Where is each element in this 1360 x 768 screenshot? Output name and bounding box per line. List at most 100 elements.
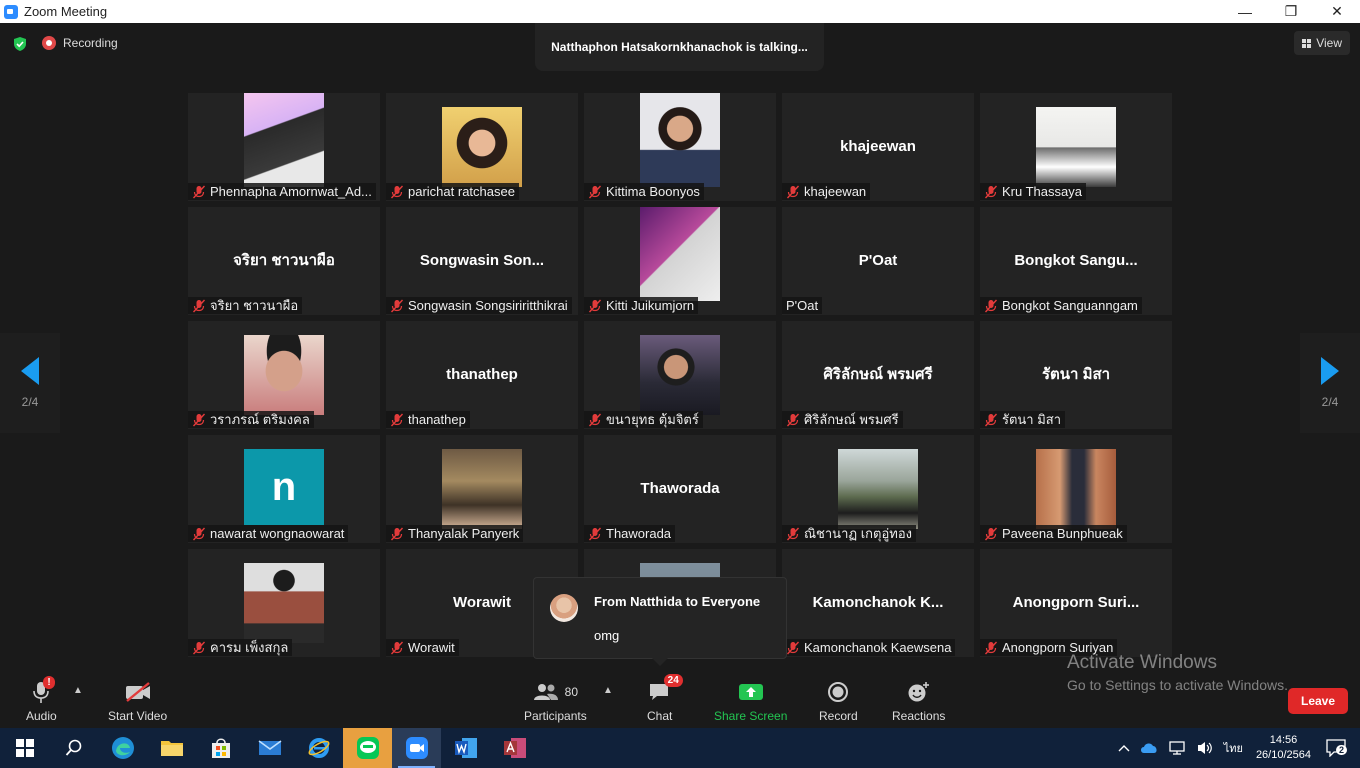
participant-tile[interactable]: Phennapha Amornwat_Ad... (188, 93, 380, 201)
participant-tile[interactable]: Songwasin Son... Songwasin Songsiriritthi… (386, 207, 578, 315)
taskbar-store[interactable] (196, 728, 245, 768)
participant-tile[interactable]: Thaworada Thaworada (584, 435, 776, 543)
start-video-label: Start Video (108, 709, 168, 723)
participant-tile[interactable]: คารม เพ็งสกุล (188, 549, 380, 657)
participant-name: ณิชานาฏ เกตุอู่ทอง (804, 526, 912, 541)
notification-center-button[interactable]: 2 (1326, 739, 1348, 757)
participant-tile[interactable]: Anongporn Suri... Anongporn Suriyan (980, 549, 1172, 657)
taskbar-clock[interactable]: 14:56 26/10/2564 (1256, 733, 1311, 763)
next-page-button[interactable]: 2/4 (1300, 333, 1360, 433)
participant-name: Worawit (408, 640, 455, 655)
participant-name: P'Oat (786, 298, 819, 313)
participant-tile[interactable]: Thanyalak Panyerk (386, 435, 578, 543)
store-icon (211, 738, 230, 758)
participant-tile[interactable]: ณิชานาฏ เกตุอู่ทอง (782, 435, 974, 543)
participants-label: Participants (524, 709, 587, 723)
mic-muted-icon (984, 299, 998, 312)
participant-tile[interactable]: Paveena Bunphueak (980, 435, 1172, 543)
window-titlebar: Zoom Meeting — ❐ ✕ (0, 0, 1360, 23)
participant-tile[interactable]: Kitti Juikumjorn (584, 207, 776, 315)
participant-tile[interactable]: วราภรณ์ ตริมงคล (188, 321, 380, 429)
participant-tile[interactable]: รัตนา มิสา รัตนา มิสา (980, 321, 1172, 429)
participant-video (640, 93, 720, 187)
reactions-button[interactable]: Reactions (892, 677, 945, 723)
participant-tile[interactable]: จริยา ชาวนาผือ จริยา ชาวนาผือ (188, 207, 380, 315)
shield-icon[interactable] (12, 36, 28, 52)
taskbar-file-explorer[interactable] (147, 728, 196, 768)
participant-tile[interactable]: parichat ratchasee (386, 93, 578, 201)
view-button[interactable]: View (1294, 31, 1350, 55)
start-video-button[interactable]: Start Video (108, 677, 167, 723)
participant-name-label: P'Oat (782, 297, 823, 314)
participant-name-label: Kru Thassaya (980, 183, 1086, 200)
chat-sender-avatar (550, 594, 578, 622)
participant-name: parichat ratchasee (408, 184, 515, 199)
chat-button[interactable]: 24 Chat (647, 674, 683, 723)
previous-page-button[interactable]: 2/4 (0, 333, 60, 433)
zoom-icon (405, 737, 428, 759)
notification-count-badge: 2 (1336, 745, 1348, 755)
speaker-icon (1197, 742, 1212, 754)
taskbar-edge[interactable] (98, 728, 147, 768)
onedrive-tray[interactable] (1140, 742, 1158, 754)
participant-tile[interactable]: Kittima Boonyos (584, 93, 776, 201)
participant-name-label: Kitti Juikumjorn (584, 297, 699, 314)
record-button[interactable]: Record (819, 677, 858, 723)
participant-video (244, 335, 324, 415)
participant-tile[interactable]: khajeewan khajeewan (782, 93, 974, 201)
mail-icon (258, 740, 281, 755)
participants-count: 80 (564, 685, 579, 699)
participant-tile[interactable]: Bongkot Sangu... Bongkot Sanguanngam (980, 207, 1172, 315)
taskbar-mail[interactable] (245, 728, 294, 768)
activate-windows-watermark: Activate Windows Go to Settings to activ… (1067, 652, 1288, 693)
mic-muted-icon (786, 413, 800, 426)
show-hidden-icons-button[interactable] (1118, 743, 1130, 753)
participant-tile[interactable]: ขนายุทธ ตุ้มจิตร์ (584, 321, 776, 429)
participant-video (640, 207, 720, 301)
network-tray[interactable] (1168, 740, 1186, 756)
participant-tile[interactable]: Kru Thassaya (980, 93, 1172, 201)
audio-options-caret[interactable]: ▲ (73, 685, 83, 696)
minimize-button[interactable]: — (1222, 0, 1268, 23)
taskbar-zoom[interactable] (392, 728, 441, 768)
participant-name: Kitti Juikumjorn (606, 298, 695, 313)
arrow-left-icon (21, 357, 39, 385)
participant-name: Paveena Bunphueak (1002, 526, 1123, 541)
close-button[interactable]: ✕ (1314, 0, 1360, 23)
participant-tile[interactable]: Kamonchanok K... Kamonchanok Kaewsena (782, 549, 974, 657)
participant-name-label: Bongkot Sanguanngam (980, 297, 1142, 314)
participant-tile[interactable]: n nawarat wongnaowarat (188, 435, 380, 543)
participant-tile[interactable]: P'Oat P'Oat (782, 207, 974, 315)
maximize-button[interactable]: ❐ (1268, 0, 1314, 23)
mic-muted-icon (390, 527, 404, 540)
participants-button[interactable]: 80 Participants (524, 677, 587, 723)
input-language[interactable]: ไทย (1224, 739, 1243, 757)
taskbar-word[interactable] (441, 728, 490, 768)
volume-tray[interactable] (1196, 740, 1214, 756)
participant-video (244, 93, 324, 187)
windows-logo-icon (15, 739, 34, 757)
share-screen-button[interactable]: Share Screen (714, 677, 787, 723)
mic-muted-icon (984, 185, 998, 198)
start-button[interactable] (0, 728, 49, 768)
participant-name: thanathep (408, 412, 466, 427)
participant-tile[interactable]: thanathep thanathep (386, 321, 578, 429)
taskbar-access[interactable] (490, 728, 539, 768)
participant-name: Phennapha Amornwat_Ad... (210, 184, 372, 199)
mic-muted-icon (984, 413, 998, 426)
audio-label: Audio (26, 709, 57, 723)
taskbar-line[interactable] (343, 728, 392, 768)
access-icon (503, 738, 526, 758)
participant-name: คารม เพ็งสกุล (210, 640, 289, 655)
recording-indicator[interactable]: Recording (42, 34, 118, 52)
chat-notification-popup[interactable]: From Natthida to Everyone omg (533, 577, 787, 666)
participants-options-caret[interactable]: ▲ (603, 685, 613, 696)
audio-button[interactable]: ! Audio (26, 676, 57, 723)
search-button[interactable] (49, 728, 98, 768)
participant-name-label: Phennapha Amornwat_Ad... (188, 183, 376, 200)
line-app-icon (356, 737, 379, 759)
leave-button[interactable]: Leave (1288, 688, 1348, 714)
participant-tile[interactable]: ศิริลักษณ์ พรมศรี ศิริลักษณ์ พรมศรี (782, 321, 974, 429)
participant-video (244, 563, 324, 643)
taskbar-internet-explorer[interactable] (294, 728, 343, 768)
